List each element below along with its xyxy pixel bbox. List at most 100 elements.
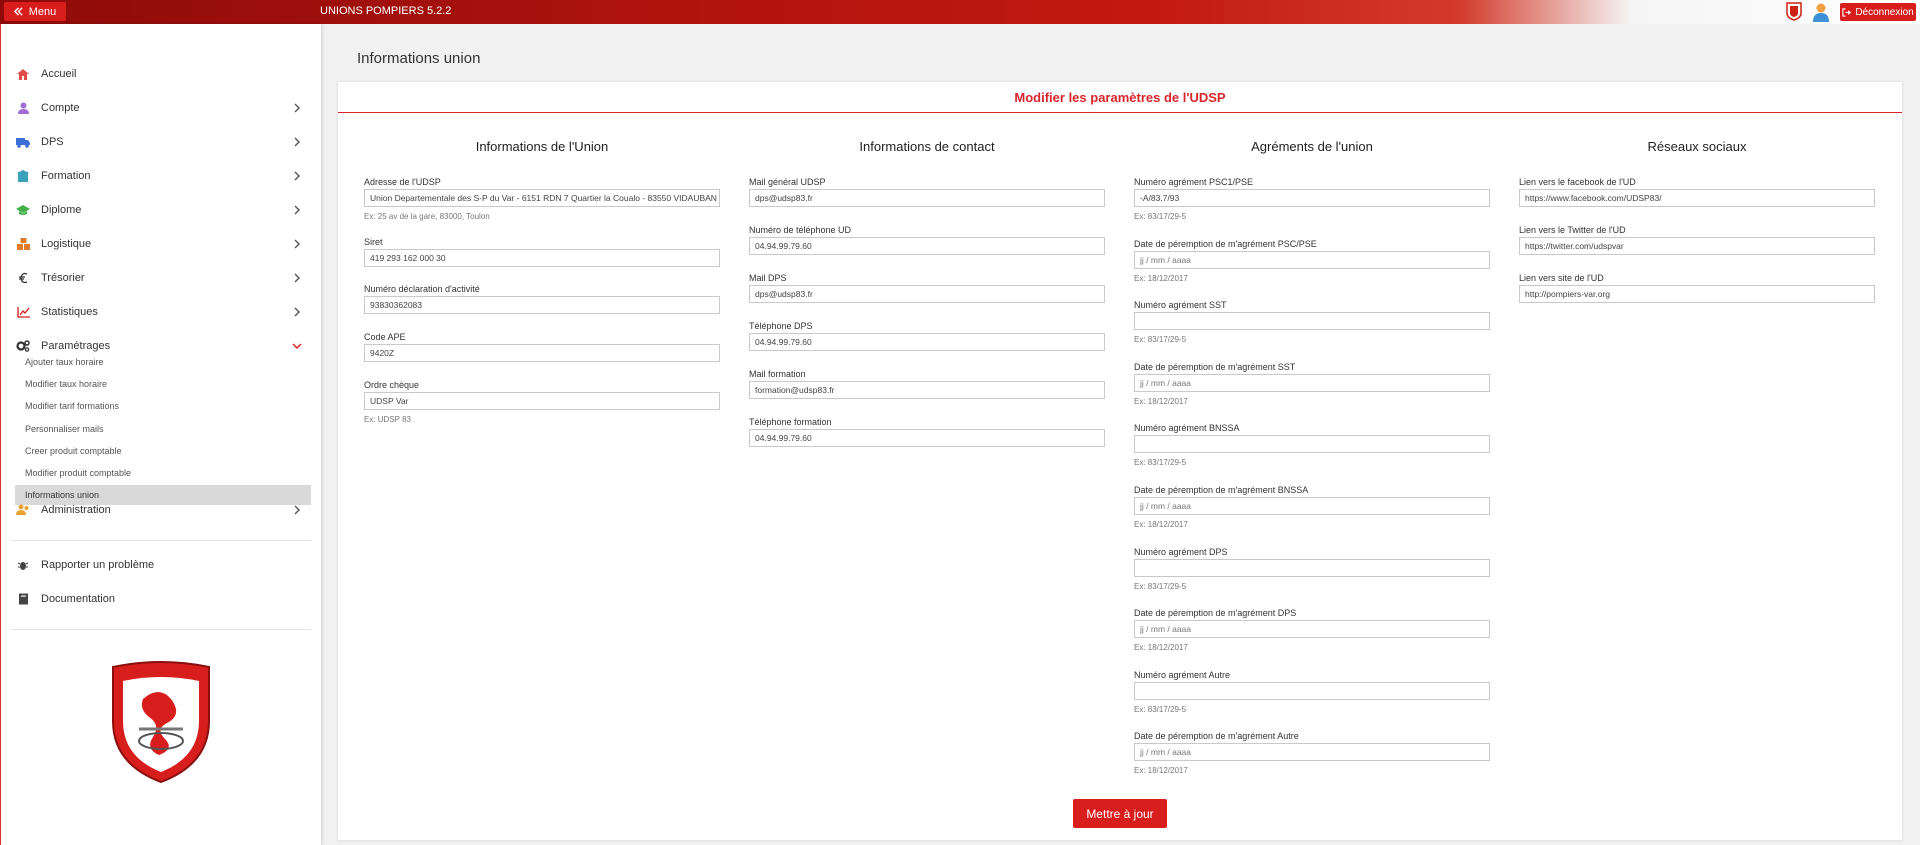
union-input-1[interactable]: 419 293 162 000 30 bbox=[364, 249, 720, 267]
sidebar-item-statistiques[interactable]: Statistiques bbox=[15, 297, 305, 327]
field-label: Mail général UDSP bbox=[749, 177, 826, 187]
field-label: Numéro déclaration d'activité bbox=[364, 284, 480, 294]
contact-input-0[interactable]: dps@udsp83.fr bbox=[749, 189, 1105, 207]
truck-icon bbox=[15, 135, 31, 149]
logout-label: Déconnexion bbox=[1855, 6, 1914, 18]
field-label: Date de péremption de m'agrément BNSSA bbox=[1134, 485, 1309, 495]
double-chevron-left-icon bbox=[13, 7, 23, 16]
sidebar-subitem[interactable]: Creer produit comptable bbox=[15, 441, 311, 461]
contact-input-2[interactable]: dps@udsp83.fr bbox=[749, 285, 1105, 303]
sidebar-item-compte[interactable]: Compte bbox=[15, 93, 305, 123]
field-help-text: Ex: 83/17/29-5 bbox=[1134, 458, 1187, 468]
settings-form-card: Modifier les paramètres de l'UDSP Inform… bbox=[338, 82, 1902, 840]
date-input-9[interactable]: jj / mm / aaaa bbox=[1134, 743, 1490, 762]
contact-input-1[interactable]: 04.94.99.79.60 bbox=[749, 237, 1105, 255]
sidebar-item-label: Rapporter un problème bbox=[41, 559, 155, 571]
agrement-input-6[interactable] bbox=[1134, 558, 1490, 577]
date-input-3[interactable]: jj / mm / aaaa bbox=[1134, 373, 1490, 392]
field-help-text: Ex: 18/12/2017 bbox=[1134, 396, 1188, 406]
contact-input-3[interactable]: 04.94.99.79.60 bbox=[749, 333, 1105, 351]
update-button[interactable]: Mettre à jour bbox=[1073, 799, 1167, 828]
sidebar-item-label: Compte bbox=[41, 102, 80, 114]
logout-button[interactable]: Déconnexion bbox=[1840, 3, 1916, 21]
sidebar: Accueil Compte DPS Formation Diplome Logistiq… bbox=[0, 24, 321, 845]
sidebar-item-accueil[interactable]: Accueil bbox=[15, 59, 305, 89]
divider bbox=[11, 629, 311, 630]
social-input-2[interactable]: http://pompiers-var.org bbox=[1519, 285, 1875, 303]
chevron-right-icon bbox=[294, 137, 300, 147]
union-input-3[interactable]: 9420Z bbox=[364, 344, 720, 362]
field-label: Adresse de l'UDSP bbox=[364, 177, 441, 187]
field-help-text: Ex: 18/12/2017 bbox=[1134, 643, 1188, 653]
field-label: Numéro agrément Autre bbox=[1134, 669, 1231, 680]
divider bbox=[11, 540, 311, 541]
agrement-input-2[interactable] bbox=[1134, 312, 1490, 331]
social-input-1[interactable]: https://twitter.com/udspvar bbox=[1519, 237, 1875, 255]
field-label: Ordre chèque bbox=[364, 380, 420, 390]
union-input-4[interactable]: UDSP Var bbox=[364, 392, 720, 410]
sidebar-subitem[interactable]: Modifier produit comptable bbox=[15, 463, 311, 483]
sapeurs-pompiers-logo bbox=[112, 661, 210, 784]
field-label: Date de péremption de m'agrément PSC/PSE bbox=[1134, 238, 1317, 249]
field-label: Siret bbox=[364, 237, 383, 247]
sidebar-item-label: Accueil bbox=[41, 68, 77, 80]
user-avatar-icon[interactable] bbox=[1812, 2, 1830, 22]
field-label: Date de péremption de m'agrément SST bbox=[1134, 361, 1296, 372]
field-label: Mail DPS bbox=[749, 273, 787, 283]
chevron-down-icon bbox=[292, 343, 302, 349]
field-help-text: Ex: 83/17/29-5 bbox=[1134, 335, 1187, 345]
sidebar-item-formation[interactable]: Formation bbox=[15, 161, 305, 191]
section-title-union: Informations de l'Union bbox=[475, 139, 609, 154]
home-icon bbox=[15, 67, 31, 81]
bug-icon bbox=[15, 558, 31, 572]
graduation-cap-icon bbox=[15, 203, 31, 217]
field-label: Lien vers site de l'UD bbox=[1519, 273, 1604, 283]
sidebar-item-administration[interactable]: Administration bbox=[15, 495, 305, 525]
union-input-2[interactable]: 93830362083 bbox=[364, 296, 720, 314]
sidebar-item-tresorier[interactable]: Trésorier bbox=[15, 263, 305, 293]
field-label: Numéro agrément SST bbox=[1134, 300, 1227, 311]
sidebar-item-label: Statistiques bbox=[41, 306, 98, 318]
sidebar-item-report-problem[interactable]: Rapporter un problème bbox=[15, 550, 305, 580]
book-icon bbox=[15, 592, 31, 606]
sidebar-item-dps[interactable]: DPS bbox=[15, 127, 305, 157]
app-title: UNIONS POMPIERS 5.2.2 bbox=[320, 5, 452, 17]
chevron-right-icon bbox=[294, 307, 300, 317]
sidebar-subitem[interactable]: Modifier tarif formations bbox=[15, 396, 311, 416]
chevron-right-icon bbox=[294, 239, 300, 249]
contact-input-4[interactable]: formation@udsp83.fr bbox=[749, 381, 1105, 399]
field-help-text: Ex: 83/17/29-5 bbox=[1134, 581, 1187, 591]
field-label: Numéro agrément DPS bbox=[1134, 546, 1228, 557]
sidebar-item-label: Paramétrages bbox=[41, 340, 111, 352]
sidebar-item-label: Trésorier bbox=[41, 272, 85, 284]
agrement-input-0[interactable]: -A/83.7/93 bbox=[1134, 189, 1490, 207]
sign-out-icon bbox=[1842, 7, 1852, 17]
field-label: Date de péremption de m'agrément DPS bbox=[1134, 608, 1297, 619]
sidebar-item-documentation[interactable]: Documentation bbox=[15, 584, 305, 614]
firefighter-badge-icon bbox=[1786, 2, 1802, 21]
agrement-input-8[interactable] bbox=[1134, 681, 1490, 700]
field-label: Numéro agrément PSC1/PSE bbox=[1134, 177, 1254, 187]
field-label: Lien vers le Twitter de l'UD bbox=[1519, 225, 1626, 235]
sidebar-item-logistique[interactable]: Logistique bbox=[15, 229, 305, 259]
field-help-text: Ex: 18/12/2017 bbox=[1134, 273, 1188, 283]
date-input-5[interactable]: jj / mm / aaaa bbox=[1134, 497, 1490, 515]
sidebar-subitem[interactable]: Modifier taux horaire bbox=[15, 374, 311, 394]
field-help-text: Ex: 83/17/29-5 bbox=[1134, 212, 1187, 221]
agrement-input-4[interactable] bbox=[1134, 435, 1490, 454]
contact-input-5[interactable]: 04.94.99.79.60 bbox=[749, 429, 1105, 447]
union-input-0[interactable]: Union Departementale des S-P du Var - 61… bbox=[364, 189, 720, 207]
sidebar-subitem[interactable]: Personnaliser mails bbox=[15, 419, 311, 439]
sidebar-item-diplome[interactable]: Diplome bbox=[15, 195, 305, 225]
date-input-7[interactable]: jj / mm / aaaa bbox=[1134, 620, 1490, 639]
menu-button[interactable]: Menu bbox=[4, 2, 66, 21]
field-label: Lien vers le facebook de l'UD bbox=[1519, 177, 1636, 187]
section-title-agrements: Agréments de l'union bbox=[1251, 139, 1373, 154]
chevron-right-icon bbox=[294, 273, 300, 283]
sidebar-subitem[interactable]: Ajouter taux horaire bbox=[15, 352, 311, 372]
field-label: Numéro agrément BNSSA bbox=[1134, 423, 1240, 434]
social-input-0[interactable]: https://www.facebook.com/UDSP83/ bbox=[1519, 189, 1875, 207]
field-help-text: Ex: UDSP 83 bbox=[364, 415, 411, 424]
date-input-1[interactable]: jj / mm / aaaa bbox=[1134, 250, 1490, 269]
chart-icon bbox=[15, 305, 31, 319]
